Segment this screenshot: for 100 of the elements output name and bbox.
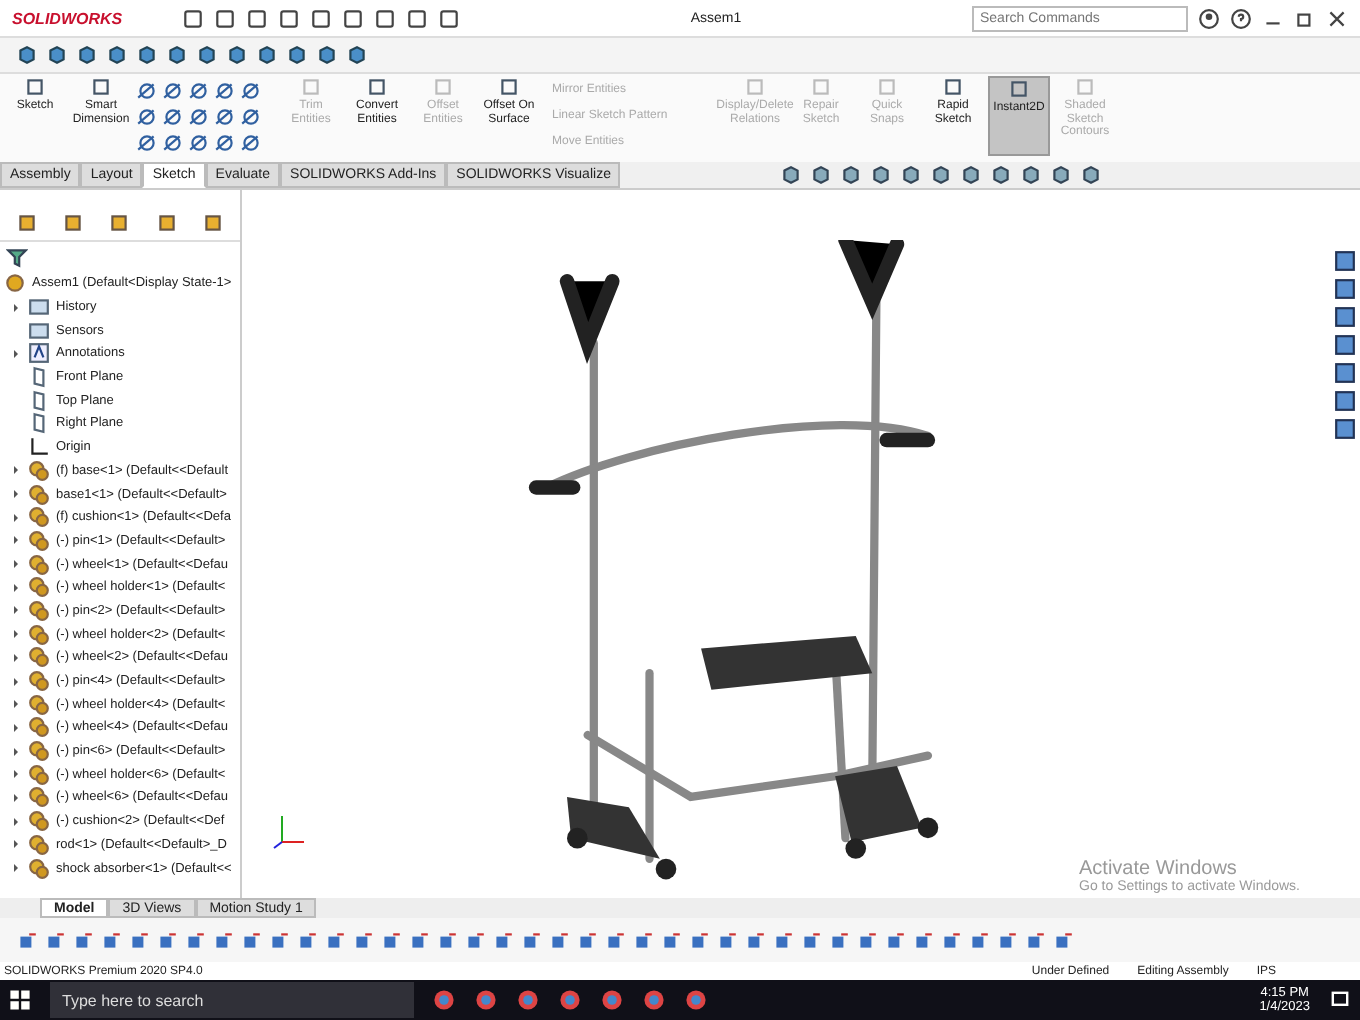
sketch-tool-icon[interactable] — [136, 105, 158, 127]
assembly-tool-icon[interactable] — [772, 929, 794, 951]
taskbar-app-icon[interactable] — [600, 988, 624, 1012]
task-pane-icon[interactable] — [1334, 306, 1356, 328]
assembly-tool-icon[interactable] — [156, 929, 178, 951]
sketch-tool-icon[interactable] — [214, 131, 236, 153]
toolbar-icon[interactable] — [182, 7, 204, 29]
assembly-tool-icon[interactable] — [912, 929, 934, 951]
expand-arrow-icon[interactable] — [10, 464, 22, 477]
sketch-tool-icon[interactable] — [214, 105, 236, 127]
assembly-tool-icon[interactable] — [324, 929, 346, 951]
toolbar-icon[interactable] — [246, 7, 268, 29]
expand-arrow-icon[interactable] — [10, 745, 22, 758]
task-pane-icon[interactable] — [1334, 278, 1356, 300]
assembly-tool-icon[interactable] — [1052, 929, 1074, 951]
expand-arrow-icon[interactable] — [10, 838, 22, 851]
cube-icon[interactable] — [76, 44, 98, 66]
expand-arrow-icon[interactable] — [10, 768, 22, 781]
assembly-tool-icon[interactable] — [296, 929, 318, 951]
sketch-tool-icon[interactable] — [162, 79, 184, 101]
assembly-tool-icon[interactable] — [100, 929, 122, 951]
cube-icon[interactable] — [226, 44, 248, 66]
sketch-tool-icon[interactable] — [136, 79, 158, 101]
taskbar-app-icon[interactable] — [684, 988, 708, 1012]
task-pane-icon[interactable] — [1334, 362, 1356, 384]
sketch-tool-icon[interactable] — [162, 105, 184, 127]
toolbar-icon[interactable] — [406, 7, 428, 29]
expand-arrow-icon[interactable] — [10, 698, 22, 711]
assembly-tool-icon[interactable] — [520, 929, 542, 951]
cube-icon[interactable] — [166, 44, 188, 66]
task-pane-icon[interactable] — [1334, 390, 1356, 412]
help-icon[interactable] — [1230, 7, 1252, 29]
toolbar-icon[interactable] — [278, 7, 300, 29]
assembly-tool-icon[interactable] — [660, 929, 682, 951]
expand-arrow-icon[interactable] — [10, 628, 22, 641]
sketch-tool-icon[interactable] — [188, 79, 210, 101]
cube-icon[interactable] — [196, 44, 218, 66]
expand-arrow-icon[interactable] — [10, 534, 22, 547]
cube-icon[interactable] — [46, 44, 68, 66]
toolbar-icon[interactable] — [214, 7, 236, 29]
assembly-tool-icon[interactable] — [576, 929, 598, 951]
expand-arrow-icon[interactable] — [10, 301, 22, 314]
assembly-tool-icon[interactable] — [492, 929, 514, 951]
windows-start-icon[interactable] — [8, 988, 32, 1012]
assembly-tool-icon[interactable] — [212, 929, 234, 951]
assembly-tool-icon[interactable] — [380, 929, 402, 951]
cube-icon[interactable] — [136, 44, 158, 66]
expand-arrow-icon[interactable] — [10, 791, 22, 804]
cube-icon[interactable] — [256, 44, 278, 66]
assembly-tool-icon[interactable] — [72, 929, 94, 951]
cube-icon[interactable] — [106, 44, 128, 66]
cube-icon[interactable] — [346, 44, 368, 66]
taskbar-app-icon[interactable] — [474, 988, 498, 1012]
assembly-tool-icon[interactable] — [632, 929, 654, 951]
assembly-tool-icon[interactable] — [884, 929, 906, 951]
taskbar-app-icon[interactable] — [558, 988, 582, 1012]
assembly-tool-icon[interactable] — [940, 929, 962, 951]
toolbar-icon[interactable] — [374, 7, 396, 29]
expand-arrow-icon[interactable] — [10, 604, 22, 617]
panel-tab-icon[interactable] — [108, 212, 131, 234]
toolbar-icon[interactable] — [438, 7, 460, 29]
toolbar-icon[interactable] — [310, 7, 332, 29]
notification-icon[interactable] — [1328, 988, 1352, 1012]
panel-tab-icon[interactable] — [155, 212, 178, 234]
panel-tab-icon[interactable] — [16, 212, 39, 234]
panel-tab-icon[interactable] — [201, 212, 224, 234]
assembly-tool-icon[interactable] — [716, 929, 738, 951]
task-pane-icon[interactable] — [1334, 418, 1356, 440]
expand-arrow-icon[interactable] — [10, 675, 22, 688]
assembly-tool-icon[interactable] — [184, 929, 206, 951]
taskbar-search-field[interactable]: Type here to search — [50, 982, 414, 1018]
sketch-tool-icon[interactable] — [162, 131, 184, 153]
assembly-tool-icon[interactable] — [800, 929, 822, 951]
assembly-tool-icon[interactable] — [996, 929, 1018, 951]
cube-icon[interactable] — [286, 44, 308, 66]
toolbar-icon[interactable] — [342, 7, 364, 29]
assembly-tool-icon[interactable] — [268, 929, 290, 951]
assembly-tool-icon[interactable] — [436, 929, 458, 951]
assembly-tool-icon[interactable] — [968, 929, 990, 951]
expand-arrow-icon[interactable] — [10, 862, 22, 875]
panel-tab-icon[interactable] — [62, 212, 85, 234]
expand-arrow-icon[interactable] — [10, 721, 22, 734]
expand-arrow-icon[interactable] — [10, 488, 22, 501]
assembly-tool-icon[interactable] — [1024, 929, 1046, 951]
sketch-tool-icon[interactable] — [136, 131, 158, 153]
expand-arrow-icon[interactable] — [10, 651, 22, 664]
assembly-tool-icon[interactable] — [128, 929, 150, 951]
filter-icon[interactable] — [6, 246, 28, 268]
assembly-tool-icon[interactable] — [856, 929, 878, 951]
assembly-tool-icon[interactable] — [464, 929, 486, 951]
assembly-tool-icon[interactable] — [828, 929, 850, 951]
assembly-tool-icon[interactable] — [44, 929, 66, 951]
taskbar-app-icon[interactable] — [432, 988, 456, 1012]
taskbar-app-icon[interactable] — [642, 988, 666, 1012]
assembly-tool-icon[interactable] — [16, 929, 38, 951]
assembly-tool-icon[interactable] — [352, 929, 374, 951]
sketch-tool-icon[interactable] — [240, 79, 262, 101]
sketch-tool-icon[interactable] — [188, 131, 210, 153]
task-pane-icon[interactable] — [1334, 334, 1356, 356]
assembly-tool-icon[interactable] — [240, 929, 262, 951]
